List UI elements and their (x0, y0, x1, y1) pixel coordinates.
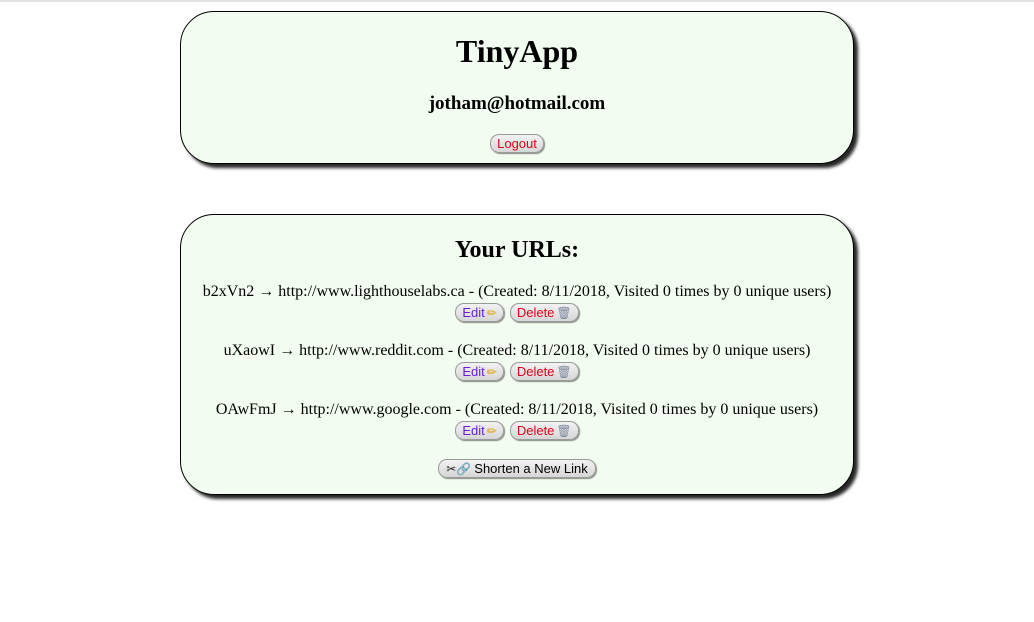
url-actions: Edit ✏ Delete 🗑 (181, 303, 853, 323)
browser-top-divider (0, 0, 1034, 2)
urls-card: Your URLs: b2xVn2 → http://www.lighthous… (180, 214, 854, 495)
short-url-id[interactable]: OAwFmJ (216, 401, 277, 418)
url-details: - (Created: 8/11/2018, Visited 0 times b… (455, 401, 819, 418)
url-entry-text: OAwFmJ → http://www.google.com - (Create… (181, 400, 853, 420)
delete-button-label: Delete (516, 305, 555, 320)
user-email: jotham@hotmail.com (428, 93, 606, 114)
header-card: TinyApp jotham@hotmail.com Logout (180, 11, 854, 164)
trash-icon: 🗑 (556, 306, 572, 320)
url-entry-text: b2xVn2 → http://www.lighthouselabs.ca - … (181, 282, 853, 302)
edit-button-label: Edit (462, 305, 485, 320)
arrow-icon: → (280, 401, 297, 418)
edit-button-label: Edit (462, 364, 485, 379)
shorten-new-link-button[interactable]: ✂🔗 Shorten a New Link (438, 459, 596, 478)
url-actions: Edit ✏ Delete 🗑 (181, 421, 853, 441)
delete-button-label: Delete (516, 364, 555, 379)
long-url: http://www.google.com (300, 401, 452, 418)
edit-button[interactable]: Edit ✏ (455, 421, 504, 440)
trash-icon: 🗑 (556, 365, 572, 379)
logout-container: Logout (181, 134, 853, 153)
delete-button[interactable]: Delete 🗑 (509, 421, 579, 440)
url-entry-text: uXaowI → http://www.reddit.com - (Create… (181, 341, 853, 361)
pencil-icon: ✏ (486, 306, 497, 320)
edit-button-label: Edit (462, 423, 485, 438)
url-details: - (Created: 8/11/2018, Visited 0 times b… (447, 342, 811, 359)
arrow-icon: → (279, 342, 296, 359)
scissors-icon: ✂ (446, 462, 457, 476)
edit-button[interactable]: Edit ✏ (455, 303, 504, 322)
delete-button-label: Delete (516, 423, 555, 438)
long-url: http://www.reddit.com (299, 342, 444, 359)
edit-button[interactable]: Edit ✏ (455, 362, 504, 381)
pencil-icon: ✏ (486, 365, 497, 379)
url-actions: Edit ✏ Delete 🗑 (181, 362, 853, 382)
arrow-icon: → (258, 283, 275, 300)
url-details: - (Created: 8/11/2018, Visited 0 times b… (468, 283, 832, 300)
link-icon: 🔗 (456, 462, 472, 476)
pencil-icon: ✏ (486, 424, 497, 438)
url-list-item: OAwFmJ → http://www.google.com - (Create… (181, 400, 853, 441)
logout-button[interactable]: Logout (490, 134, 544, 153)
shorten-container: ✂🔗 Shorten a New Link (181, 459, 853, 478)
app-title: TinyApp (455, 33, 579, 69)
long-url: http://www.lighthouselabs.ca (278, 283, 465, 300)
section-title: Your URLs: (454, 237, 580, 263)
delete-button[interactable]: Delete 🗑 (509, 303, 579, 322)
trash-icon: 🗑 (556, 424, 572, 438)
url-list-item: uXaowI → http://www.reddit.com - (Create… (181, 341, 853, 382)
delete-button[interactable]: Delete 🗑 (509, 362, 579, 381)
short-url-id[interactable]: b2xVn2 (203, 283, 255, 300)
shorten-button-label: Shorten a New Link (474, 461, 588, 476)
short-url-id[interactable]: uXaowI (224, 342, 276, 359)
url-list-item: b2xVn2 → http://www.lighthouselabs.ca - … (181, 282, 853, 323)
